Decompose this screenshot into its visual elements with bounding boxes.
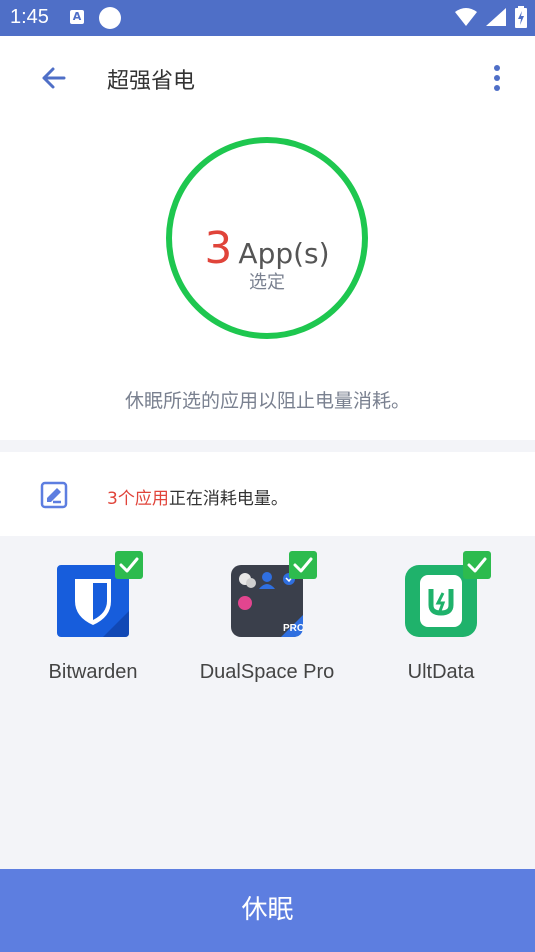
app-item-bitwarden[interactable]: Bitwarden [13,551,173,684]
summary-section: 3 App(s) 选定 休眠所选的应用以阻止电量消耗。 [0,120,535,440]
selected-checkbox[interactable] [289,551,317,579]
ultdata-icon [405,551,491,637]
selected-count: 3 [204,223,233,274]
checkmark-icon [467,557,487,573]
notification-a-icon: A [70,10,84,24]
summary-description: 休眠所选的应用以阻止电量消耗。 [124,390,410,412]
notice-message: 正在消耗电量。 [168,489,288,509]
bitwarden-icon [57,551,143,637]
status-bar: 1:45 A [0,0,535,36]
app-bar: 超强省电 [0,36,535,120]
app-label: UltData [407,661,475,683]
hibernate-button[interactable]: 休眠 [0,869,535,952]
dualspace-icon: PRO [231,551,317,637]
notification-circle-icon [99,7,121,29]
checkmark-icon [293,557,313,573]
status-time: 1:45 [10,6,49,28]
selected-checkbox[interactable] [115,551,143,579]
page-title: 超强省电 [107,69,196,94]
wifi-icon [454,8,477,26]
app-label: DualSpace Pro [199,661,335,683]
selected-count-line: 3 App(s) [172,223,362,274]
battery-charging-icon [515,6,527,28]
drain-notice: 3个应用正在消耗电量。 [0,452,535,536]
checkmark-icon [119,557,139,573]
selected-checkbox[interactable] [463,551,491,579]
notice-text: 3个应用正在消耗电量。 [107,484,288,509]
app-grid: Bitwarden PRO DualSpace Pro UltData [0,536,535,868]
notice-highlight: 3个应用 [107,489,169,509]
selected-label: 选定 [249,272,285,293]
back-button[interactable] [36,60,72,96]
arrow-left-icon [42,67,66,89]
signal-icon [485,8,506,26]
selected-unit: App(s) [238,237,330,270]
app-label: Bitwarden [48,661,138,683]
more-vertical-icon [494,65,500,91]
battery-edit-icon [40,481,68,509]
app-item-ultdata[interactable]: UltData [361,551,521,684]
app-item-dualspace-pro[interactable]: PRO DualSpace Pro [187,551,347,684]
pro-badge: PRO [283,623,303,634]
selection-ring: 3 App(s) 选定 [166,137,368,339]
status-icons [451,6,527,30]
more-options-button[interactable] [487,60,507,96]
